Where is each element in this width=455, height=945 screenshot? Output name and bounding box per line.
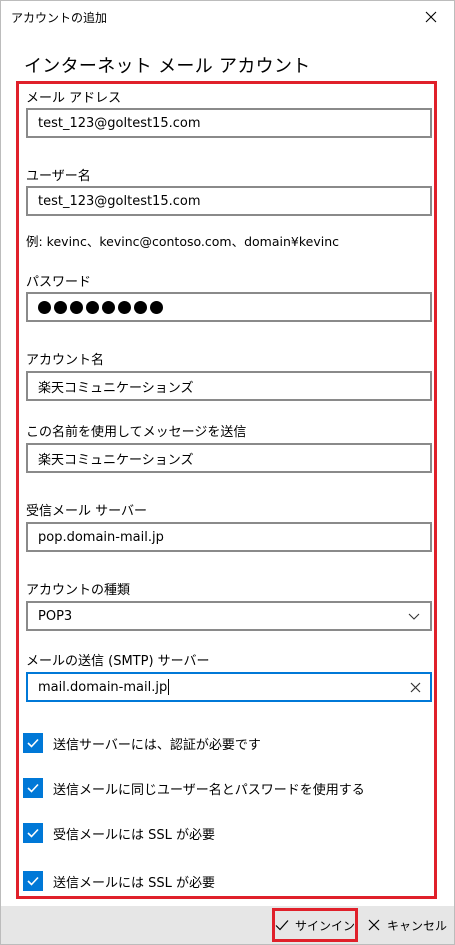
cancel-button[interactable]: キャンセル: [363, 908, 451, 942]
checkbox-label: 送信サーバーには、認証が必要です: [53, 737, 261, 753]
password-dot: [118, 300, 131, 314]
checkbox-checked-icon: [23, 871, 43, 891]
sender-name-label: この名前を使用してメッセージを送信: [26, 425, 247, 440]
password-dot: [70, 300, 83, 314]
password-dot: [38, 300, 51, 314]
signin-button[interactable]: サインイン: [272, 908, 358, 942]
checkbox-label: 受信メールには SSL が必要: [53, 827, 216, 843]
checkbox-outgoing-auth[interactable]: 送信サーバーには、認証が必要です: [23, 733, 261, 753]
password-dot: [102, 300, 115, 314]
email-label: メール アドレス: [26, 91, 122, 106]
incoming-server-value: pop.domain-mail.jp: [38, 529, 164, 545]
username-value: test_123@goltest15.com: [38, 193, 201, 209]
checkbox-label: 送信メールには SSL が必要: [53, 875, 216, 891]
account-name-field[interactable]: 楽天コミュニケーションズ: [26, 371, 432, 401]
incoming-server-field[interactable]: pop.domain-mail.jp: [26, 522, 432, 552]
window-title: アカウントの追加: [11, 11, 108, 25]
checkbox-label: 送信メールに同じユーザー名とパスワードを使用する: [53, 782, 365, 798]
checkbox-checked-icon: [23, 823, 43, 843]
sender-name-field[interactable]: 楽天コミュニケーションズ: [26, 443, 432, 473]
password-dot: [150, 300, 163, 314]
smtp-server-label: メールの送信 (SMTP) サーバー: [26, 654, 210, 669]
password-masked-value: [38, 300, 163, 314]
checkbox-checked-icon: [23, 733, 43, 753]
account-type-select[interactable]: POP3: [26, 601, 432, 631]
email-value: test_123@goltest15.com: [38, 115, 201, 131]
incoming-server-label: 受信メール サーバー: [26, 504, 148, 519]
account-type-label: アカウントの種類: [26, 583, 131, 598]
checkbox-outgoing-ssl[interactable]: 送信メールには SSL が必要: [23, 871, 215, 891]
smtp-server-field[interactable]: mail.domain-mail.jp: [26, 672, 432, 702]
account-name-label: アカウント名: [26, 353, 105, 368]
close-icon: [425, 11, 437, 23]
title-bar: アカウントの追加: [1, 1, 454, 33]
page-title: インターネット メール アカウント: [24, 56, 311, 77]
window-close-button[interactable]: [408, 1, 454, 33]
sender-name-value: 楽天コミュニケーションズ: [38, 452, 194, 468]
account-name-value: 楽天コミュニケーションズ: [38, 380, 194, 396]
account-type-value: POP3: [38, 608, 73, 624]
smtp-server-value: mail.domain-mail.jp: [38, 679, 168, 695]
checkbox-incoming-ssl[interactable]: 受信メールには SSL が必要: [23, 823, 215, 843]
clear-input-icon[interactable]: [410, 682, 421, 693]
signin-label: サインイン: [295, 918, 356, 933]
username-hint: 例: kevinc、kevinc@contoso.com、domain¥kevi…: [26, 234, 340, 249]
password-dot: [54, 300, 67, 314]
close-icon: [368, 919, 380, 931]
checkbox-same-credentials[interactable]: 送信メールに同じユーザー名とパスワードを使用する: [23, 778, 365, 798]
password-label: パスワード: [26, 275, 92, 290]
chevron-down-icon: [408, 613, 420, 620]
password-dot: [86, 300, 99, 314]
password-field[interactable]: [26, 292, 432, 322]
password-dot: [134, 300, 147, 314]
username-label: ユーザー名: [26, 169, 91, 184]
add-account-dialog: アカウントの追加 インターネット メール アカウント メール アドレス test…: [0, 0, 455, 945]
email-field[interactable]: test_123@goltest15.com: [26, 108, 432, 138]
cancel-label: キャンセル: [386, 918, 447, 933]
checkmark-icon: [275, 920, 289, 931]
username-field[interactable]: test_123@goltest15.com: [26, 186, 432, 216]
checkbox-checked-icon: [23, 778, 43, 798]
text-caret: [168, 679, 170, 695]
